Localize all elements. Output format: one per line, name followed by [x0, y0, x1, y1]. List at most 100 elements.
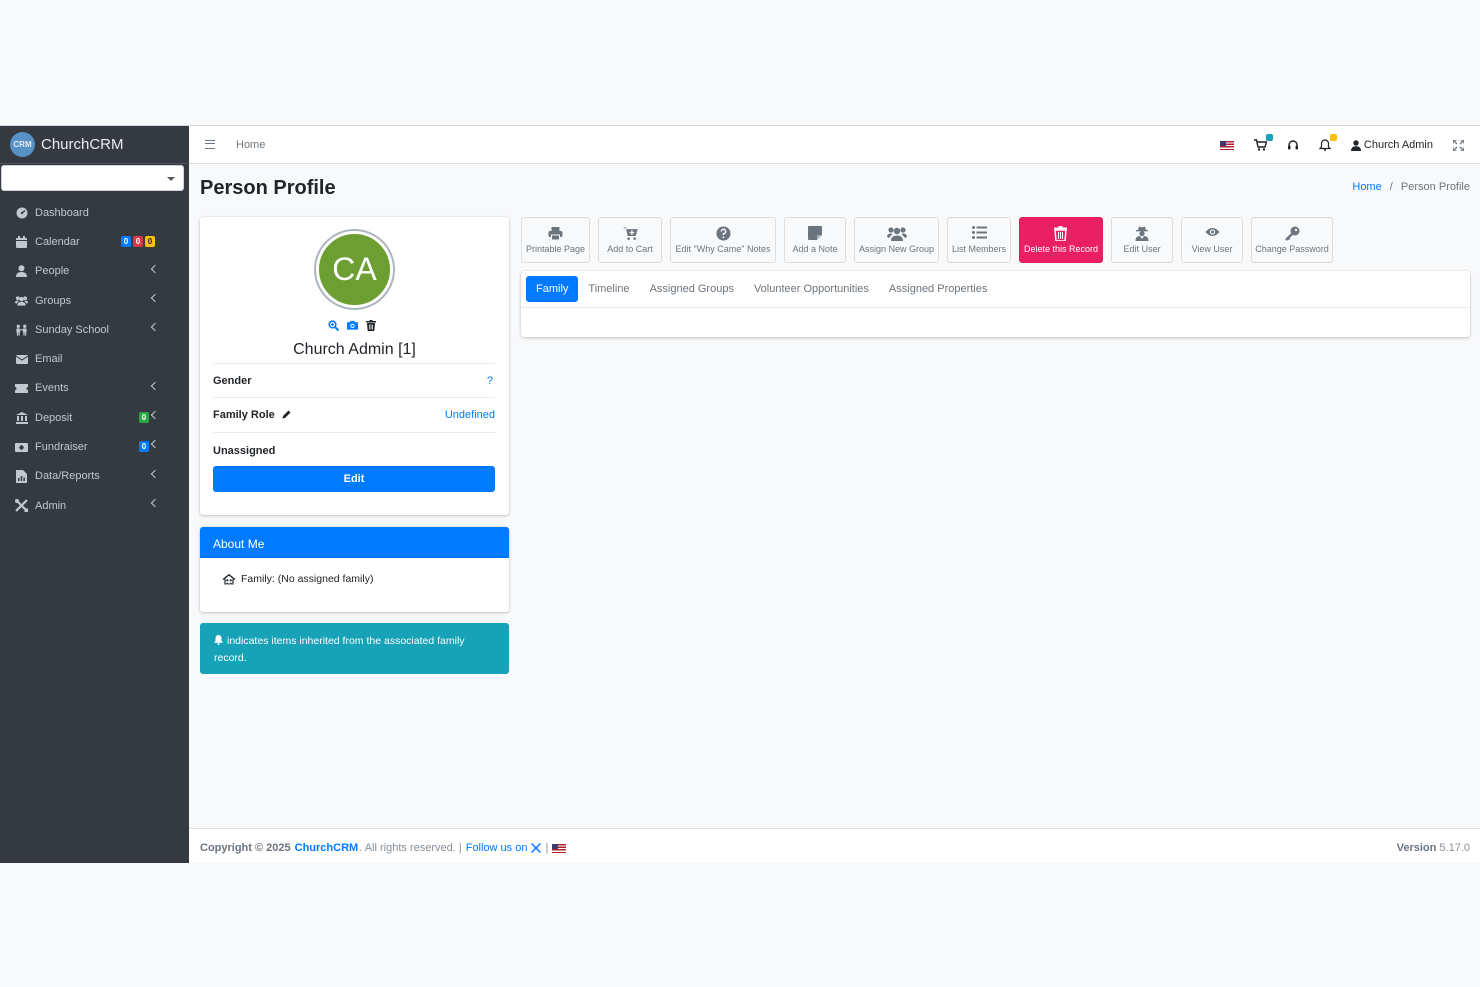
brand-link[interactable]: CRM ChurchCRM — [0, 126, 189, 164]
change-password-button[interactable]: Change Password — [1251, 217, 1333, 263]
edit-button[interactable]: Edit — [213, 466, 495, 492]
sidebar-item-label: Dashboard — [35, 206, 89, 219]
add-note-button[interactable]: Add a Note — [784, 217, 846, 263]
sidebar-item-calendar[interactable]: Calendar 0 0 0 — [0, 227, 189, 256]
button-label: Add a Note — [792, 244, 838, 254]
x-logo-icon[interactable] — [531, 843, 542, 853]
sidebar: CRM ChurchCRM Dashboard Calendar 0 0 0 P… — [0, 126, 189, 863]
breadcrumb: Home / Person Profile — [1352, 181, 1470, 193]
button-label: Edit User — [1123, 244, 1161, 254]
sidebar-item-label: People — [35, 265, 70, 278]
support-icon[interactable] — [1287, 139, 1299, 151]
delete-record-button[interactable]: Delete this Record — [1019, 217, 1103, 263]
sidebar-item-label: Deposit — [35, 411, 73, 424]
bell-icon[interactable] — [1318, 134, 1337, 151]
sidebar-item-data-reports[interactable]: Data/Reports — [0, 462, 189, 491]
cart-icon[interactable] — [1253, 134, 1273, 151]
sidebar-item-deposit[interactable]: Deposit 0 — [0, 403, 189, 432]
gender-row: Gender ? — [213, 363, 495, 397]
breadcrumb-current: Person Profile — [1400, 181, 1470, 193]
sidebar-item-sunday-school[interactable]: Sunday School — [0, 315, 189, 344]
trash-icon[interactable] — [366, 320, 377, 331]
breadcrumb-home-link[interactable]: Home — [1352, 181, 1381, 193]
tab-timeline[interactable]: Timeline — [578, 276, 639, 302]
language-flag-icon[interactable] — [1219, 140, 1234, 150]
rights-text: . All rights reserved. | — [359, 842, 462, 854]
users-icon — [15, 294, 28, 307]
menu-toggle-icon[interactable] — [205, 140, 215, 149]
user-menu[interactable]: Church Admin — [1350, 139, 1433, 151]
footer: Copyright © 2025 ChurchCRM . All rights … — [189, 828, 1480, 863]
language-flag-icon[interactable] — [552, 843, 567, 853]
family-house-icon — [222, 573, 236, 585]
alert-text: indicates items inherited from the assoc… — [214, 635, 465, 664]
sidebar-item-dashboard[interactable]: Dashboard — [0, 198, 189, 227]
unassigned-label: Unassigned — [213, 445, 276, 457]
chevron-left-icon — [150, 322, 160, 332]
cart-plus-icon — [622, 226, 638, 241]
avatar: CA — [316, 231, 393, 308]
nav-home-link[interactable]: Home — [236, 139, 265, 151]
footer-left: Copyright © 2025 ChurchCRM . All rights … — [200, 842, 567, 854]
add-to-cart-button[interactable]: Add to Cart — [598, 217, 662, 263]
tools-icon — [15, 499, 28, 513]
zoom-icon[interactable] — [328, 320, 339, 331]
pencil-icon[interactable] — [282, 410, 291, 422]
person-actions-toolbar: Printable Page Add to Cart Edit "Why Cam… — [521, 217, 1333, 263]
version-label: Version — [1396, 842, 1437, 854]
sidebar-item-events[interactable]: Events — [0, 374, 189, 403]
view-user-button[interactable]: View User — [1181, 217, 1243, 263]
key-icon — [1284, 226, 1300, 241]
sidebar-item-fundraiser[interactable]: Fundraiser 0 — [0, 432, 189, 461]
about-me-title: About Me — [200, 527, 509, 558]
footer-brand-link[interactable]: ChurchCRM — [295, 842, 359, 854]
button-label: Assign New Group — [858, 244, 935, 254]
footer-pipe: | — [545, 842, 549, 854]
money-bill-icon — [15, 441, 28, 454]
sidebar-item-groups[interactable]: Groups — [0, 286, 189, 315]
chevron-left-icon — [150, 410, 160, 420]
app-frame: CRM ChurchCRM Dashboard Calendar 0 0 0 P… — [0, 125, 1480, 863]
sidebar-item-label: Events — [35, 382, 69, 395]
sidebar-search-select[interactable] — [1, 165, 184, 191]
chevron-left-icon — [150, 469, 160, 478]
edit-user-button[interactable]: Edit User — [1111, 217, 1173, 263]
calendar-badge: 0 — [145, 236, 155, 248]
family-text: Family: (No assigned family) — [241, 573, 374, 585]
sidebar-item-email[interactable]: Email — [0, 344, 189, 373]
camera-icon[interactable] — [347, 320, 358, 331]
bell-icon — [214, 634, 223, 650]
tab-assigned-groups[interactable]: Assigned Groups — [640, 276, 744, 302]
assign-new-group-button[interactable]: Assign New Group — [854, 217, 939, 263]
family-role-value-link[interactable]: Undefined — [445, 409, 495, 421]
chevron-left-icon — [150, 498, 160, 508]
follow-us-link[interactable]: Follow us on — [466, 842, 528, 854]
sidebar-item-admin[interactable]: Admin — [0, 491, 189, 520]
fullscreen-icon[interactable] — [1453, 139, 1464, 151]
eye-icon — [1204, 226, 1220, 241]
sidebar-item-people[interactable]: People — [0, 257, 189, 286]
printable-page-button[interactable]: Printable Page — [521, 217, 590, 263]
calendar-badges: 0 0 0 — [119, 236, 155, 248]
tab-family[interactable]: Family — [526, 276, 579, 302]
avatar-tools — [328, 320, 377, 331]
button-label: View User — [1191, 244, 1233, 254]
breadcrumb-separator: / — [1389, 181, 1393, 193]
calendar-badge: 0 — [121, 236, 131, 248]
button-label: Delete this Record — [1023, 244, 1099, 254]
edit-why-came-button[interactable]: Edit "Why Came" Notes — [670, 217, 776, 263]
profile-name: Church Admin [1] — [293, 341, 416, 358]
profile-card: CA Church Admin [1] Gender ? Family Role… — [200, 217, 509, 515]
tab-assigned-properties[interactable]: Assigned Properties — [879, 276, 997, 302]
list-members-button[interactable]: List Members — [947, 217, 1011, 263]
dashboard-icon — [15, 206, 28, 219]
sidebar-item-label: Email — [35, 353, 63, 366]
chevron-left-icon — [150, 381, 160, 391]
profile-tabs: Family Timeline Assigned Groups Voluntee… — [521, 271, 1470, 308]
page-title: Person Profile — [200, 177, 336, 199]
gender-value-link[interactable]: ? — [487, 375, 493, 387]
sidebar-item-label: Sunday School — [35, 323, 109, 336]
sidebar-item-label: Admin — [35, 499, 67, 512]
calendar-badge: 0 — [133, 236, 143, 248]
tab-volunteer-opportunities[interactable]: Volunteer Opportunities — [744, 276, 879, 302]
